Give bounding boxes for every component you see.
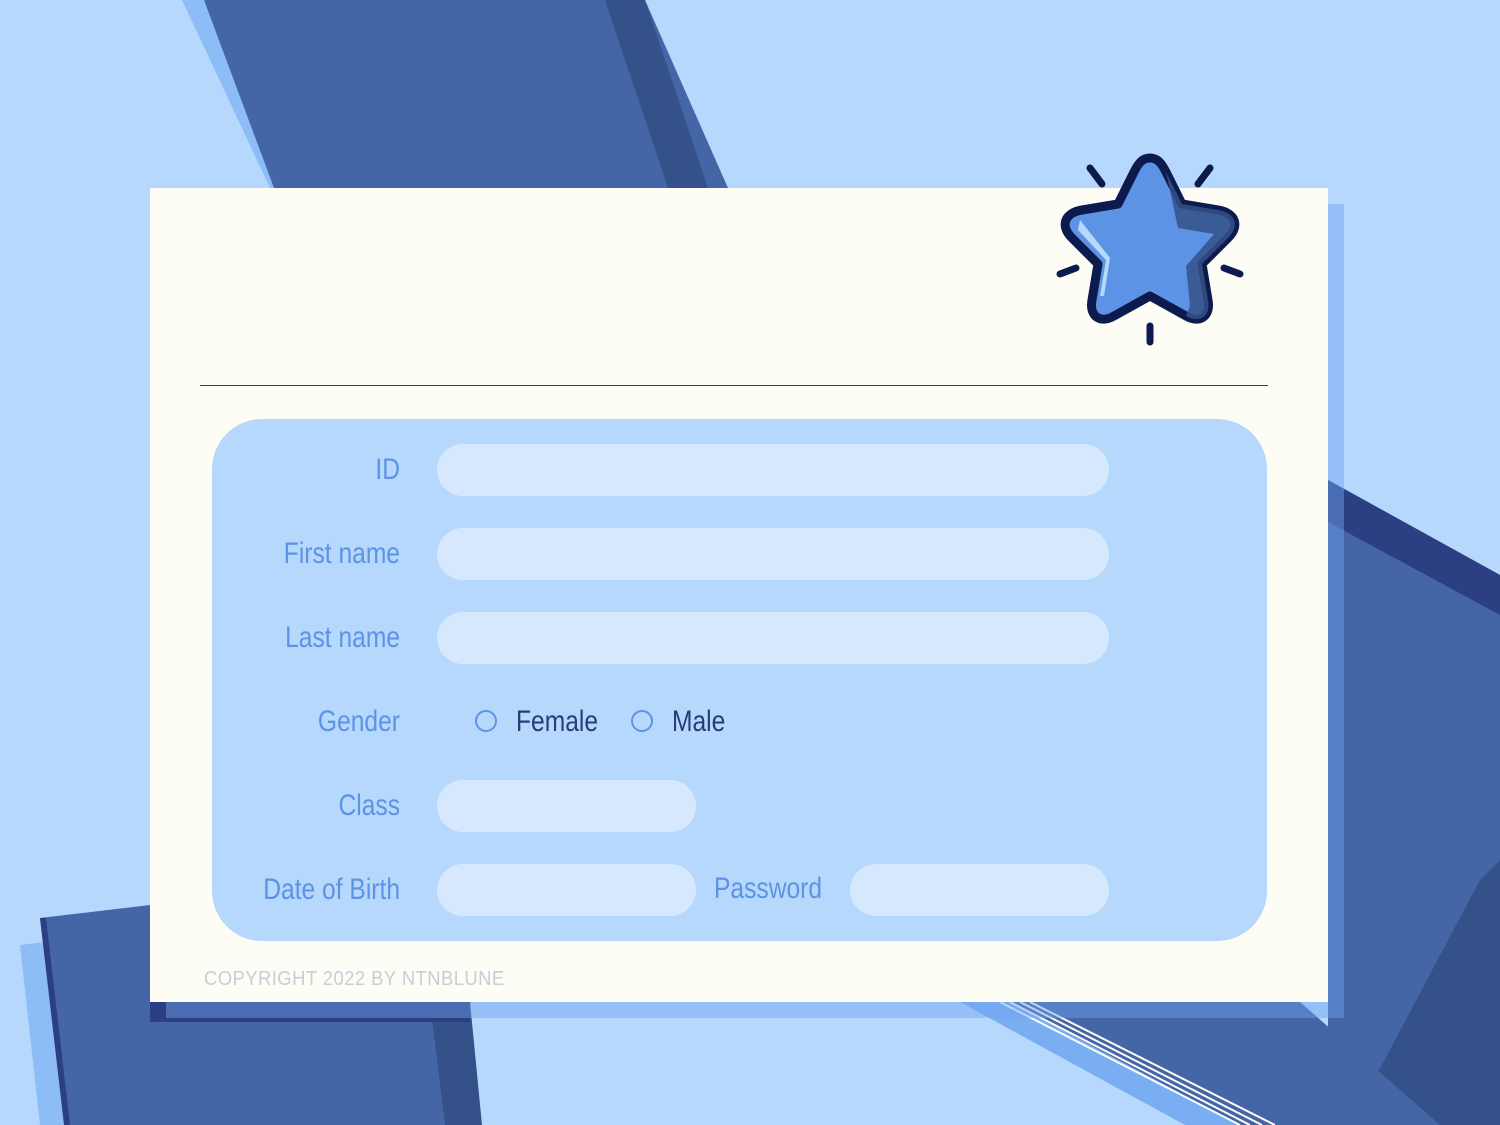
date-of-birth-input[interactable] (437, 864, 696, 916)
id-label: ID (375, 453, 400, 486)
gender-label: Gender (317, 705, 400, 738)
form-panel: ID First name Last name Gender Female Ma… (212, 419, 1267, 941)
first-name-label: First name (283, 537, 400, 570)
gender-male-label[interactable]: Male (672, 696, 725, 748)
gender-female-label[interactable]: Female (516, 696, 598, 748)
class-label: Class (338, 789, 400, 822)
last-name-label: Last name (285, 621, 400, 654)
star-icon (1056, 153, 1244, 346)
date-of-birth-label: Date of Birth (263, 873, 400, 906)
gender-female-radio[interactable] (475, 710, 497, 732)
form-card: ID First name Last name Gender Female Ma… (150, 153, 1328, 1002)
id-input[interactable] (437, 444, 1109, 496)
copyright-text: COPYRIGHT 2022 BY NTNBLUNE (204, 968, 505, 990)
password-input[interactable] (850, 864, 1109, 916)
first-name-input[interactable] (437, 528, 1109, 580)
gender-male-radio[interactable] (631, 710, 653, 732)
password-label: Password (714, 872, 823, 905)
class-input[interactable] (437, 780, 696, 832)
last-name-input[interactable] (437, 612, 1109, 664)
header-divider (200, 385, 1268, 386)
